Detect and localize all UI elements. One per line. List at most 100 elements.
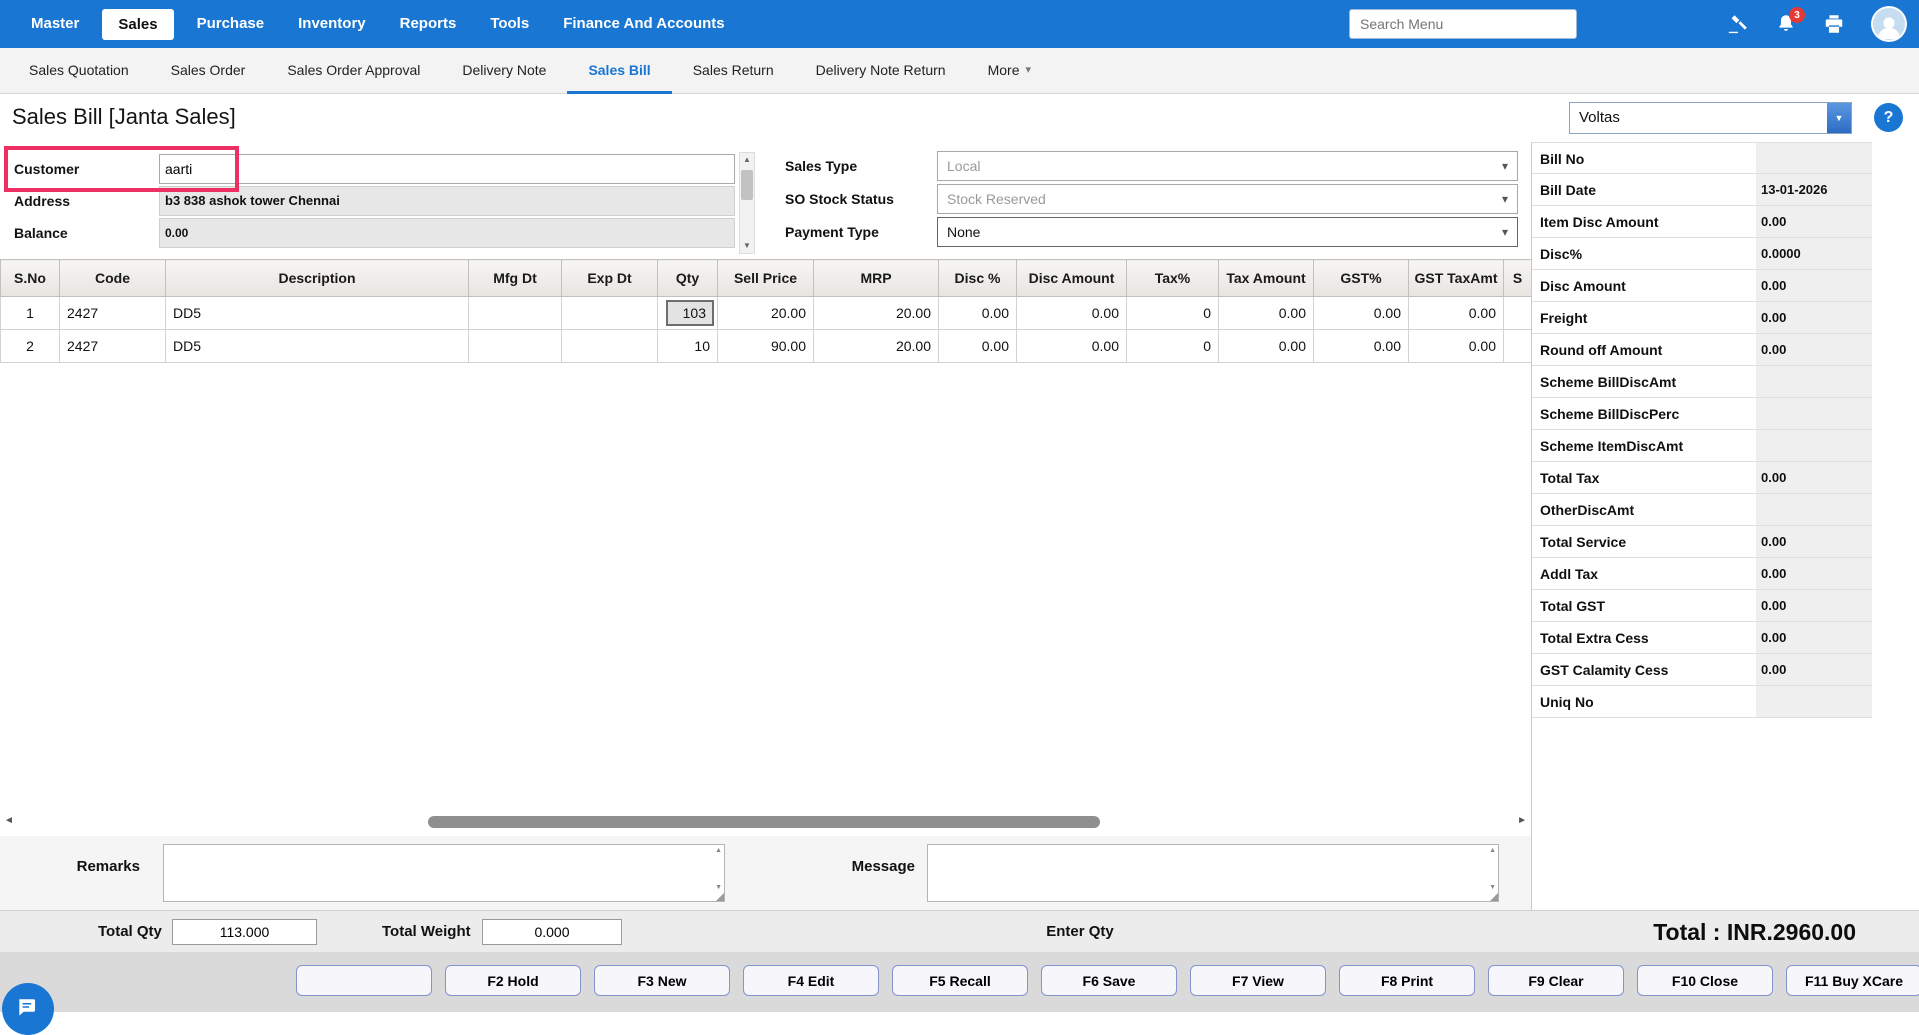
scroll-up-icon[interactable]: ▲ (715, 847, 722, 854)
f1-button[interactable] (296, 965, 432, 996)
bell-icon[interactable]: 3 (1775, 13, 1797, 35)
f4-edit-button[interactable]: F4 Edit (743, 965, 879, 996)
cell-disc-amount[interactable]: 0.00 (1017, 330, 1127, 363)
cell-code[interactable]: 2427 (60, 297, 166, 330)
cell-exp-dt[interactable] (562, 330, 658, 363)
payment-type-select[interactable]: None ▾ (937, 217, 1518, 247)
grid-horizontal-scrollbar[interactable]: ◄ ► (0, 812, 1531, 832)
nav-item-reports[interactable]: Reports (383, 0, 474, 48)
so-stock-status-select[interactable]: Stock Reserved ▾ (937, 184, 1518, 214)
summary-row-uniq-no: Uniq No (1532, 686, 1872, 718)
cell-tax-amount[interactable]: 0.00 (1219, 297, 1314, 330)
form-vertical-scrollbar[interactable]: ▲ ▼ (739, 152, 755, 254)
search-input[interactable] (1349, 9, 1577, 39)
user-avatar[interactable] (1871, 6, 1907, 42)
table-row: 2 2427 DD5 10 90.00 20.00 0.00 0.00 0 0.… (1, 330, 1532, 363)
cell-gst-taxamt[interactable]: 0.00 (1409, 297, 1504, 330)
f8-print-button[interactable]: F8 Print (1339, 965, 1475, 996)
table-row: 1 2427 DD5 103 20.00 20.00 0.00 0.00 0 0… (1, 297, 1532, 330)
chat-widget-button[interactable] (2, 983, 54, 1035)
cell-description[interactable]: DD5 (166, 330, 469, 363)
cell-code[interactable]: 2427 (60, 330, 166, 363)
scrollbar-thumb[interactable] (741, 170, 753, 200)
scroll-down-icon[interactable]: ▼ (1489, 884, 1496, 891)
cell-tax-pct[interactable]: 0 (1127, 297, 1219, 330)
summary-value (1756, 398, 1872, 429)
cell-qty[interactable]: 10 (658, 330, 718, 363)
summary-label: Addl Tax (1540, 558, 1598, 590)
company-combobox[interactable]: Voltas ▼ (1569, 102, 1852, 134)
nav-item-finance-and-accounts[interactable]: Finance And Accounts (546, 0, 741, 48)
scroll-left-icon[interactable]: ◄ (4, 815, 14, 826)
subnav-item-sales-order[interactable]: Sales Order (150, 48, 267, 94)
cell-sell-price[interactable]: 20.00 (718, 297, 814, 330)
remarks-textarea[interactable] (163, 844, 725, 902)
cell-qty[interactable]: 103 (658, 297, 718, 330)
subnav-item-sales-return[interactable]: Sales Return (672, 48, 795, 94)
subnav-item-sales-bill[interactable]: Sales Bill (567, 48, 671, 94)
combo-dropdown-icon[interactable]: ▼ (1827, 103, 1851, 133)
nav-item-sales[interactable]: Sales (102, 9, 173, 40)
cell-sell-price[interactable]: 90.00 (718, 330, 814, 363)
subnav-item-sales-order-approval[interactable]: Sales Order Approval (266, 48, 441, 94)
subnav-item-sales-quotation[interactable]: Sales Quotation (8, 48, 150, 94)
scroll-right-icon[interactable]: ► (1517, 815, 1527, 826)
printer-icon[interactable] (1823, 13, 1845, 35)
chevron-down-icon: ▾ (1025, 63, 1031, 76)
nav-item-master[interactable]: Master (14, 0, 96, 48)
resize-handle[interactable] (1490, 893, 1498, 901)
f7-view-button[interactable]: F7 View (1190, 965, 1326, 996)
total-weight-input[interactable] (482, 919, 622, 945)
cell-exp-dt[interactable] (562, 297, 658, 330)
f5-recall-button[interactable]: F5 Recall (892, 965, 1028, 996)
scroll-down-icon[interactable]: ▼ (740, 239, 754, 253)
cell-partial[interactable] (1504, 330, 1532, 363)
scroll-down-icon[interactable]: ▼ (715, 884, 722, 891)
cell-sno[interactable]: 1 (1, 297, 60, 330)
scroll-up-icon[interactable]: ▲ (740, 153, 754, 167)
f11-buy-xcare-button[interactable]: F11 Buy XCare (1786, 965, 1919, 996)
cell-disc-pct[interactable]: 0.00 (939, 330, 1017, 363)
nav-item-purchase[interactable]: Purchase (180, 0, 282, 48)
message-field-wrap: ▲ ▼ (927, 844, 1499, 902)
cell-partial[interactable] (1504, 297, 1532, 330)
f9-clear-button[interactable]: F9 Clear (1488, 965, 1624, 996)
message-textarea[interactable] (927, 844, 1499, 902)
subnav-item-more[interactable]: More ▾ (967, 48, 1052, 94)
total-qty-input[interactable] (172, 919, 317, 945)
help-button[interactable]: ? (1874, 103, 1903, 132)
cell-tax-amount[interactable]: 0.00 (1219, 330, 1314, 363)
balance-field[interactable]: 0.00 (159, 218, 735, 248)
qty-input-cell[interactable]: 103 (666, 300, 714, 326)
summary-row-total-gst: Total GST0.00 (1532, 590, 1872, 622)
total-qty-label: Total Qty (98, 911, 162, 953)
cell-gst-pct[interactable]: 0.00 (1314, 297, 1409, 330)
f2-hold-button[interactable]: F2 Hold (445, 965, 581, 996)
f6-save-button[interactable]: F6 Save (1041, 965, 1177, 996)
scrollbar-thumb[interactable] (428, 816, 1100, 828)
subnav-item-delivery-note[interactable]: Delivery Note (441, 48, 567, 94)
f3-new-button[interactable]: F3 New (594, 965, 730, 996)
cell-gst-pct[interactable]: 0.00 (1314, 330, 1409, 363)
cell-mrp[interactable]: 20.00 (814, 330, 939, 363)
customer-input[interactable] (159, 154, 735, 184)
cell-mfg-dt[interactable] (469, 330, 562, 363)
cell-disc-amount[interactable]: 0.00 (1017, 297, 1127, 330)
subnav-item-delivery-note-return[interactable]: Delivery Note Return (795, 48, 967, 94)
scroll-up-icon[interactable]: ▲ (1489, 847, 1496, 854)
cell-description[interactable]: DD5 (166, 297, 469, 330)
sales-type-select[interactable]: Local ▾ (937, 151, 1518, 181)
cell-gst-taxamt[interactable]: 0.00 (1409, 330, 1504, 363)
cell-sno[interactable]: 2 (1, 330, 60, 363)
cell-mrp[interactable]: 20.00 (814, 297, 939, 330)
cell-mfg-dt[interactable] (469, 297, 562, 330)
cell-tax-pct[interactable]: 0 (1127, 330, 1219, 363)
f10-close-button[interactable]: F10 Close (1637, 965, 1773, 996)
gavel-icon[interactable] (1727, 13, 1749, 35)
nav-item-inventory[interactable]: Inventory (281, 0, 383, 48)
address-field[interactable]: b3 838 ashok tower Chennai (159, 186, 735, 216)
nav-item-tools[interactable]: Tools (473, 0, 546, 48)
summary-value: 0.00 (1756, 622, 1872, 653)
cell-disc-pct[interactable]: 0.00 (939, 297, 1017, 330)
resize-handle[interactable] (716, 893, 724, 901)
